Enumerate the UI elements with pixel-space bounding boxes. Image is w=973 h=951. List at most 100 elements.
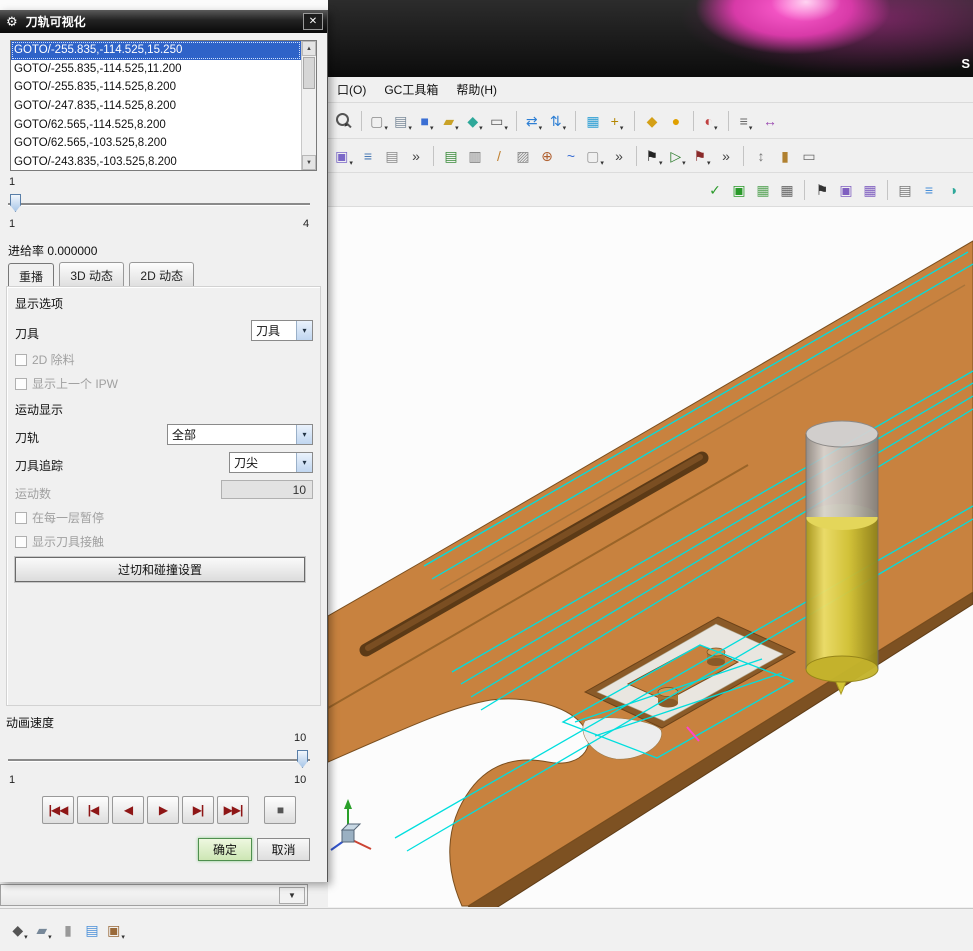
selection-filter-icon[interactable]: ▢ [368, 110, 390, 132]
section-icon[interactable]: ▨ [512, 145, 534, 167]
program-order-icon[interactable]: ▥ [464, 145, 486, 167]
step-forward-button[interactable]: ▶| [182, 796, 214, 824]
play-reverse-button[interactable]: ◀ [112, 796, 144, 824]
goto-list-item[interactable]: GOTO/62.565,-114.525,8.200 [11, 116, 301, 135]
verify-icon[interactable]: ✓ [704, 179, 726, 201]
play-to-start-button[interactable]: |◀◀ [42, 796, 74, 824]
menu-item-window[interactable]: 口(O) [328, 77, 375, 102]
goto-list-item[interactable]: GOTO/62.565,-103.525,8.200 [11, 134, 301, 153]
part-navigator-icon[interactable]: ≡ [357, 145, 379, 167]
grid-icon[interactable]: ▦ [776, 179, 798, 201]
expressions-icon[interactable]: ▦ [582, 110, 604, 132]
collision-settings-button[interactable]: 过切和碰撞设置 [15, 557, 305, 582]
goto-list-item[interactable]: GOTO/-255.835,-114.525,15.250 [11, 41, 301, 60]
sync-icon[interactable]: ≡ [918, 179, 940, 201]
stop-button[interactable]: ■ [264, 796, 296, 824]
move-object-icon[interactable]: ⇄ [523, 110, 545, 132]
operation-list-icon[interactable]: ▤ [440, 145, 462, 167]
step-back-button[interactable]: |◀ [77, 796, 109, 824]
csys-icon[interactable]: + [606, 110, 628, 132]
goto-list-item[interactable]: GOTO/-255.835,-114.525,8.200 [11, 78, 301, 97]
checkbox-show-ipw[interactable] [15, 377, 27, 390]
combo-dropdown-icon[interactable] [296, 321, 312, 340]
solid-body-icon[interactable]: ■ [416, 110, 438, 132]
spline-icon[interactable]: ~ [560, 145, 582, 167]
information-icon[interactable]: ▤ [381, 145, 403, 167]
verify-toolpath-icon[interactable]: ▷ [667, 145, 689, 167]
datum-icon[interactable]: ◆ [464, 110, 486, 132]
checkbox-2d-material[interactable] [15, 353, 27, 366]
combo-dropdown-icon[interactable] [296, 453, 312, 472]
postprocess-icon[interactable]: ⚑ [691, 145, 713, 167]
overflow-icon[interactable]: » [405, 145, 427, 167]
combo-dropdown-icon[interactable] [296, 425, 312, 444]
goto-list-item[interactable]: GOTO/-243.835,-103.525,8.200 [11, 153, 301, 170]
slider-track[interactable] [8, 759, 310, 761]
pattern-icon[interactable]: ⇅ [547, 110, 569, 132]
tab-2d-dynamic[interactable]: 2D 动态 [129, 262, 195, 287]
tab-3d-dynamic[interactable]: 3D 动态 [59, 262, 125, 287]
tool-display-combo[interactable]: 刀具 [251, 320, 313, 341]
speed-slider-handle[interactable] [297, 750, 308, 768]
main-titlebar[interactable]: S [328, 0, 973, 77]
point-icon[interactable]: ⊕ [536, 145, 558, 167]
measure-icon[interactable]: ↔ [759, 110, 781, 132]
play-to-end-button[interactable]: ▶▶| [217, 796, 249, 824]
key-icon[interactable]: ● [665, 110, 687, 132]
scroll-up-icon[interactable] [302, 41, 316, 56]
gouge-check-icon[interactable]: ▦ [752, 179, 774, 201]
goto-list[interactable]: GOTO/-255.835,-114.525,15.250 GOTO/-255.… [10, 40, 317, 171]
chevron-down-icon[interactable]: ▼ [279, 886, 305, 904]
clip-section-icon[interactable]: ▰ [33, 919, 55, 941]
simulate-icon[interactable]: ▣ [728, 179, 750, 201]
report-icon[interactable]: ▦ [859, 179, 881, 201]
tools-icon[interactable]: ◆ [641, 110, 663, 132]
tab-replay[interactable]: 重播 [8, 263, 55, 288]
generate-toolpath-icon[interactable]: ⚑ [643, 145, 665, 167]
layout-icon[interactable]: ▤ [894, 179, 916, 201]
sheet-body-icon[interactable]: ▰ [440, 110, 462, 132]
goto-list-scrollbar[interactable] [301, 41, 316, 170]
sketch-icon[interactable]: ▭ [488, 110, 510, 132]
display-icon[interactable]: ◑ [942, 179, 964, 201]
cancel-button[interactable]: 取消 [257, 838, 310, 861]
toolpath-combo[interactable]: 全部 [167, 424, 313, 445]
machine-icon[interactable]: ▭ [798, 145, 820, 167]
checkbox-pause-each-layer[interactable] [15, 511, 27, 524]
scroll-down-icon[interactable] [302, 155, 316, 170]
more-curves-icon[interactable]: ▢ [584, 145, 606, 167]
goto-list-item[interactable]: GOTO/-255.835,-114.525,11.200 [11, 60, 301, 79]
slider-track[interactable] [8, 203, 310, 205]
workpiece-icon[interactable]: ▮ [774, 145, 796, 167]
list-tools-icon[interactable]: ↕ [750, 145, 772, 167]
scroll-thumb[interactable] [303, 57, 315, 89]
ok-button[interactable]: 确定 [198, 838, 252, 861]
doc-icon[interactable]: ▤ [81, 919, 103, 941]
small-block-icon[interactable]: ▮ [57, 919, 79, 941]
goto-list-item[interactable]: GOTO/-247.835,-114.525,8.200 [11, 97, 301, 116]
dialog-titlebar[interactable]: ⚙ 刀轨可视化 ✕ [0, 10, 327, 33]
snap-point-icon[interactable]: ≡ [735, 110, 757, 132]
cutting-tool[interactable] [805, 420, 879, 696]
close-icon[interactable]: ✕ [303, 13, 323, 30]
section-view-icon[interactable]: ◆ [9, 919, 31, 941]
graphics-viewport[interactable] [328, 207, 973, 907]
speed-slider[interactable] [8, 750, 310, 770]
view-group-icon[interactable]: ▣ [333, 145, 355, 167]
menu-item-help[interactable]: 帮助(H) [447, 77, 506, 102]
tool-trace-combo[interactable]: 刀尖 [229, 452, 313, 473]
overflow2-icon[interactable]: » [608, 145, 630, 167]
role-icon[interactable]: ◐ [700, 110, 722, 132]
shop-doc-icon[interactable]: ▣ [835, 179, 857, 201]
play-button[interactable]: ▶ [147, 796, 179, 824]
menu-item-gc-toolbox[interactable]: GC工具箱 [375, 77, 447, 102]
layers-icon[interactable]: ▤ [392, 110, 414, 132]
line-icon[interactable]: / [488, 145, 510, 167]
position-slider[interactable] [8, 194, 310, 214]
search-icon[interactable] [333, 110, 355, 132]
checkbox-show-contact[interactable] [15, 535, 27, 548]
position-slider-handle[interactable] [10, 194, 21, 212]
material-icon[interactable]: ▣ [105, 919, 127, 941]
overflow3-icon[interactable]: » [715, 145, 737, 167]
flag-icon[interactable]: ⚑ [811, 179, 833, 201]
